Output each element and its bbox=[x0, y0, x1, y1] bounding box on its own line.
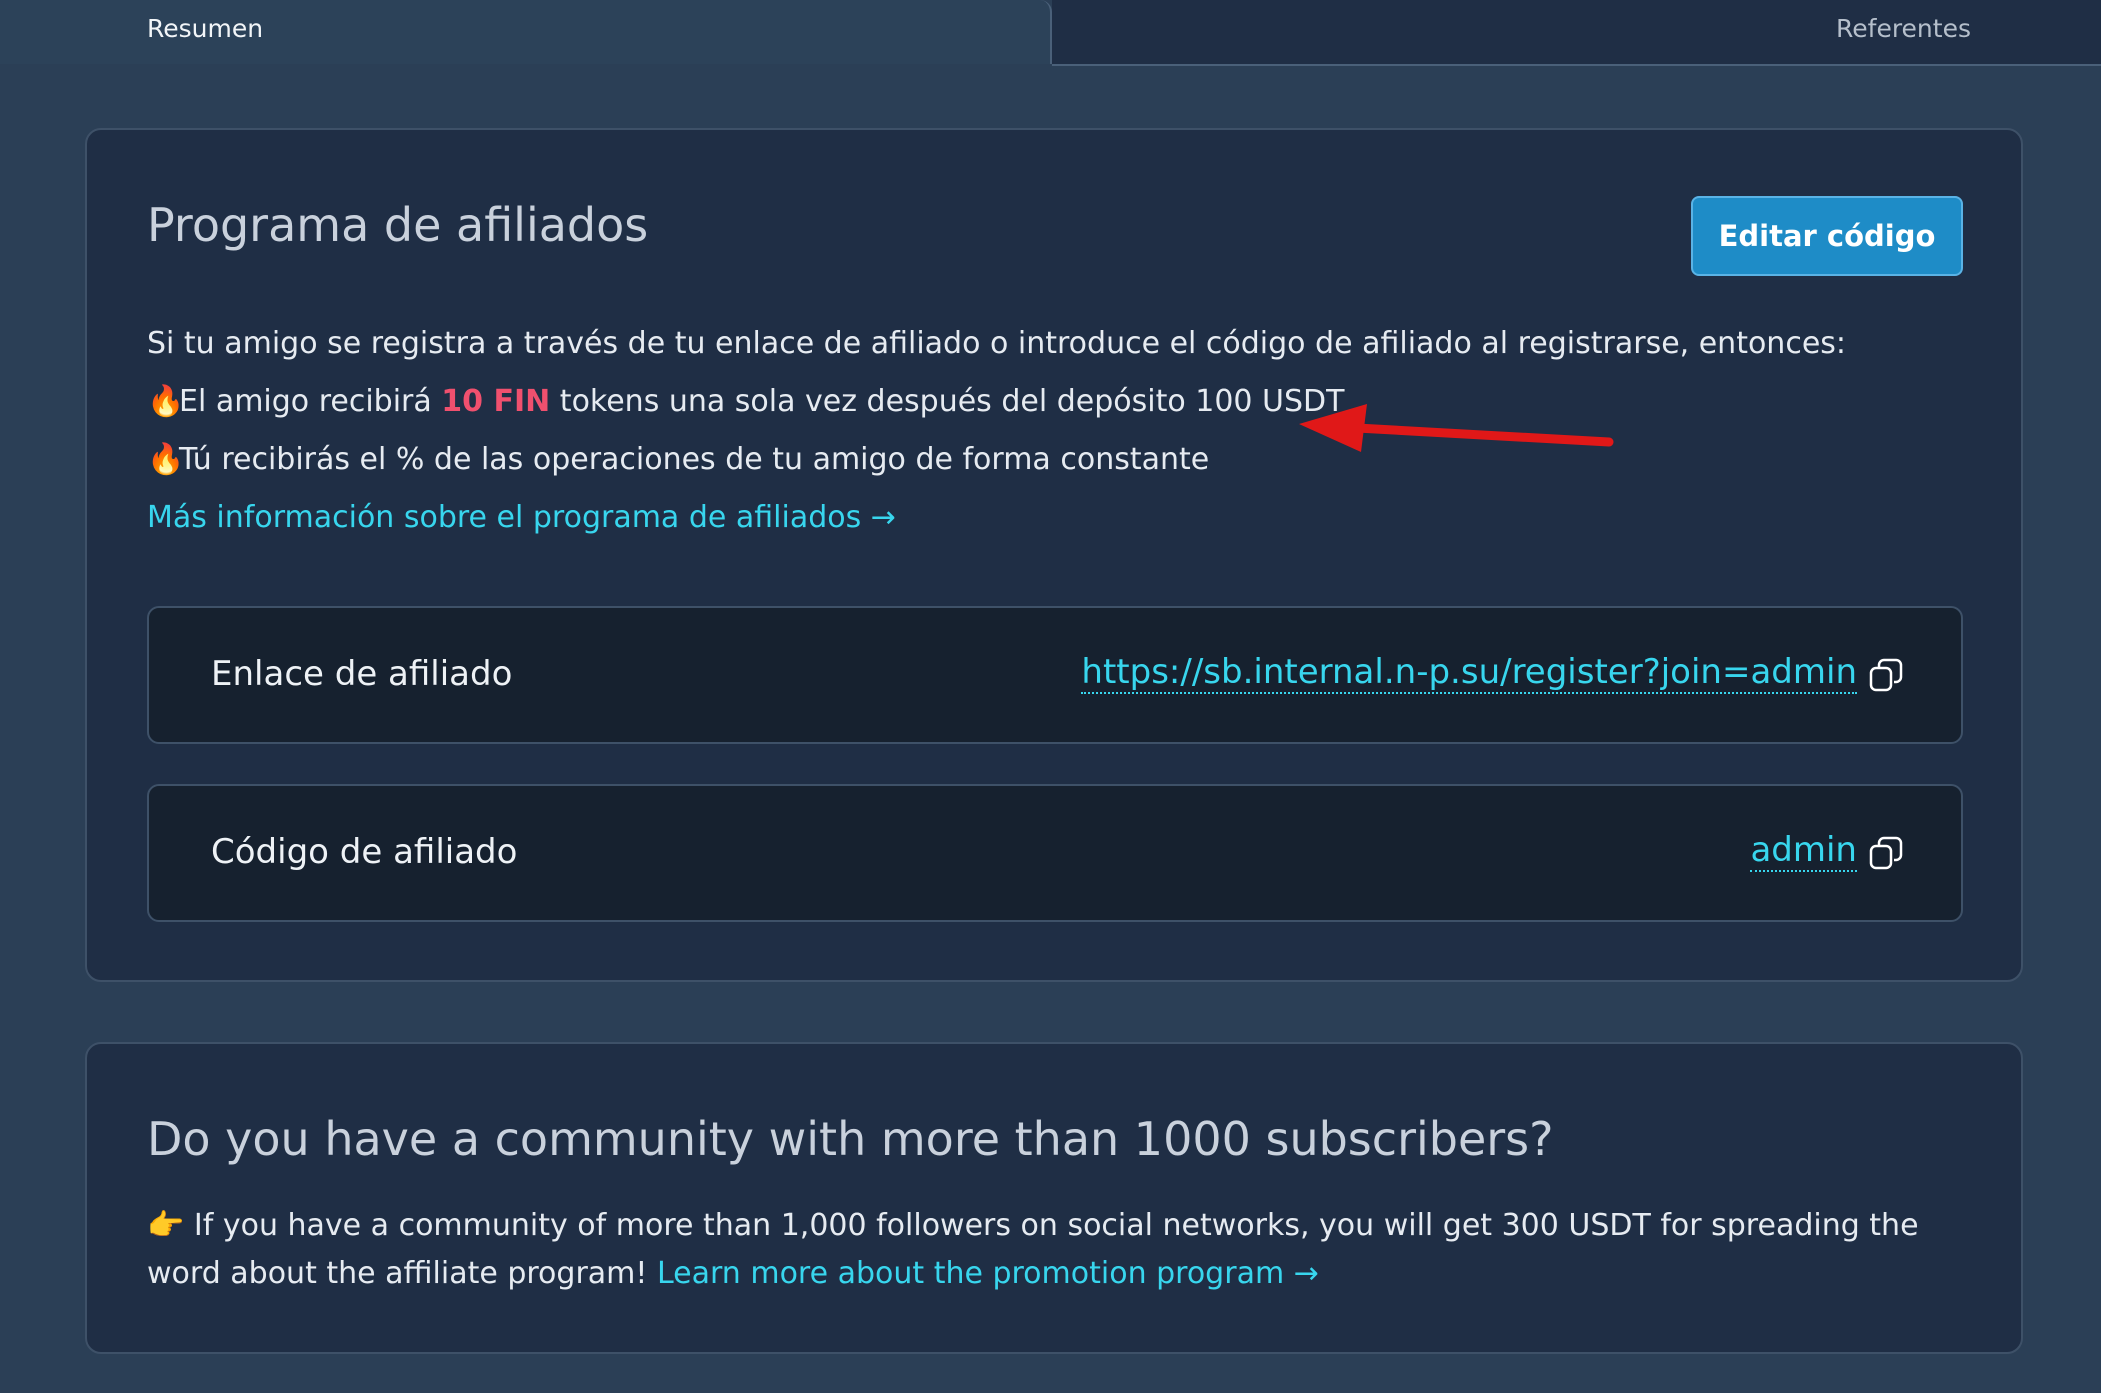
page: Resumen Referentes Programa de afiliados… bbox=[0, 0, 2101, 1393]
benefit-you: 🔥Tú recibirás el % de las operaciones de… bbox=[147, 442, 1209, 477]
edit-code-button-label: Editar código bbox=[1718, 219, 1936, 253]
benefit-you-text: Tú recibirás el % de las operaciones de … bbox=[179, 442, 1210, 477]
pointing-hand-icon: 👉 bbox=[147, 1208, 185, 1243]
community-title: Do you have a community with more than 1… bbox=[147, 1112, 1554, 1166]
community-text: 👉 If you have a community of more than 1… bbox=[147, 1202, 1967, 1298]
fin-token-amount: 10 FIN bbox=[441, 384, 551, 419]
benefit-friend-suffix: tokens una sola vez después del depósito… bbox=[550, 384, 1345, 419]
promotion-program-link[interactable]: Learn more about the promotion program → bbox=[657, 1256, 1319, 1291]
fire-icon: 🔥 bbox=[147, 384, 185, 419]
more-info-link[interactable]: Más información sobre el programa de afi… bbox=[147, 500, 896, 535]
affiliate-link-value[interactable]: https://sb.internal.n-p.su/register?join… bbox=[1081, 652, 1857, 694]
copy-icon[interactable] bbox=[1869, 658, 1903, 692]
edit-code-button[interactable]: Editar código bbox=[1691, 196, 1963, 276]
tab-summary[interactable]: Resumen bbox=[0, 0, 1052, 64]
benefit-friend: 🔥El amigo recibirá 10 FIN tokens una sol… bbox=[147, 384, 1344, 419]
fire-icon: 🔥 bbox=[147, 442, 185, 477]
affiliate-code-value[interactable]: admin bbox=[1750, 830, 1857, 872]
annotation-arrow-icon bbox=[1299, 404, 1614, 452]
benefit-friend-prefix: El amigo recibirá bbox=[179, 384, 442, 419]
affiliate-program-card: Programa de afiliados Editar código Si t… bbox=[85, 128, 2023, 982]
affiliate-code-label: Código de afiliado bbox=[211, 832, 518, 872]
affiliate-link-box: Enlace de afiliado https://sb.internal.n… bbox=[147, 606, 1963, 744]
tab-referrals-label: Referentes bbox=[1836, 14, 1971, 43]
community-card: Do you have a community with more than 1… bbox=[85, 1042, 2023, 1354]
tab-referrals[interactable]: Referentes bbox=[1052, 0, 2101, 66]
affiliate-program-title: Programa de afiliados bbox=[147, 198, 649, 252]
tab-summary-label: Resumen bbox=[147, 14, 264, 43]
affiliate-link-label: Enlace de afiliado bbox=[211, 654, 513, 694]
copy-icon[interactable] bbox=[1869, 836, 1903, 870]
affiliate-intro-text: Si tu amigo se registra a través de tu e… bbox=[147, 326, 1847, 361]
affiliate-code-box: Código de afiliado admin bbox=[147, 784, 1963, 922]
